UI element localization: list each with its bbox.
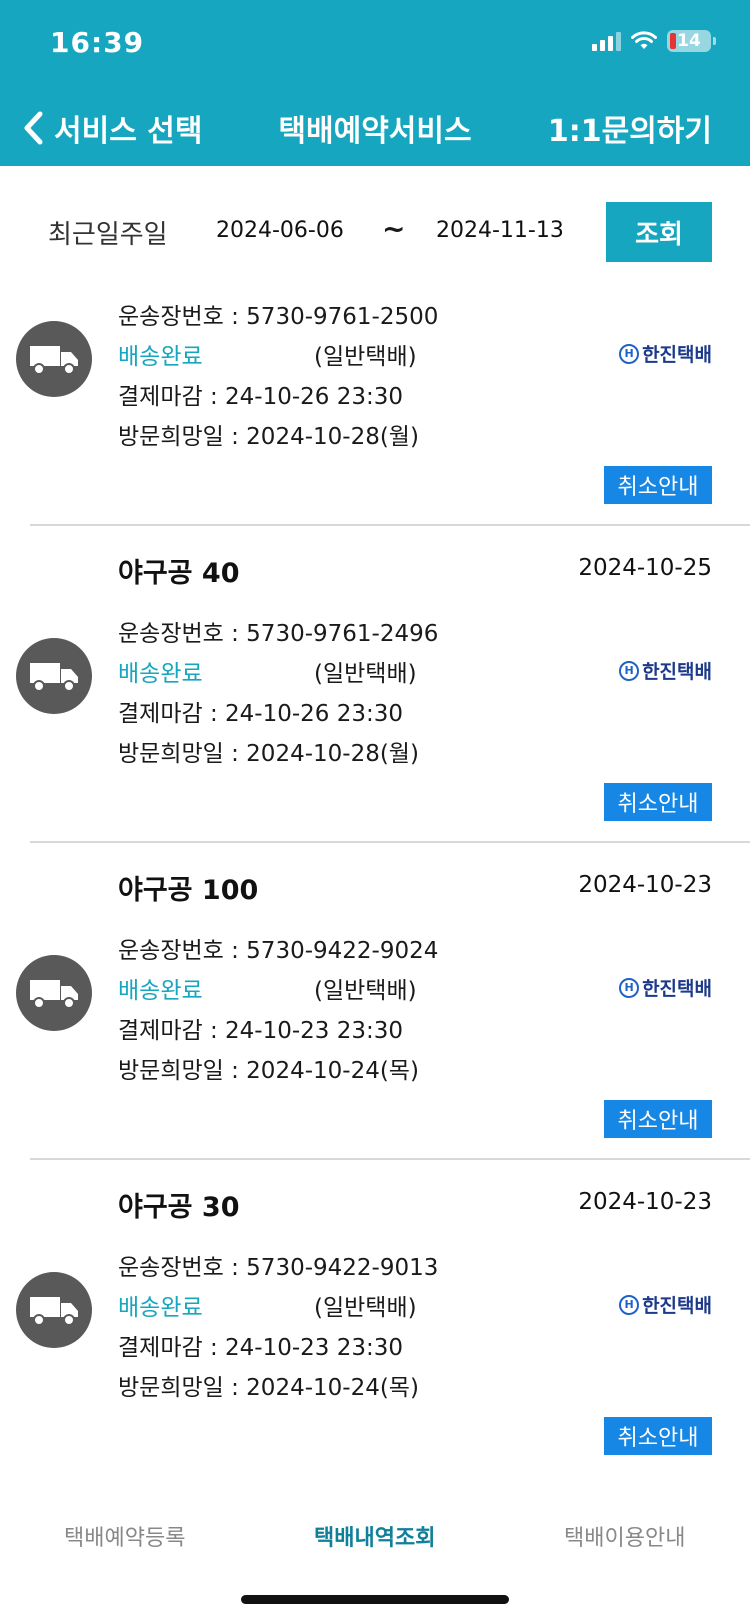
carrier-name: H 한진택배 bbox=[619, 340, 712, 367]
item-date: 2024-10-23 bbox=[578, 872, 712, 898]
tab-guide[interactable]: 택배이용안내 bbox=[564, 1520, 685, 1552]
payment-deadline: 결제마감 : 24-10-26 23:30 bbox=[118, 701, 404, 727]
item-title: 야구공 100 bbox=[118, 875, 259, 906]
item-title: 야구공 30 bbox=[118, 1192, 240, 1223]
hanjin-logo-icon: H bbox=[619, 1294, 640, 1315]
cancel-info-button[interactable]: 취소안내 bbox=[604, 783, 712, 821]
service-type: (일반택배) bbox=[314, 344, 417, 370]
signal-icon bbox=[592, 31, 621, 51]
service-type: (일반택배) bbox=[314, 978, 417, 1004]
tab-reservation[interactable]: 택배예약등록 bbox=[64, 1520, 185, 1552]
item-date: 2024-10-23 bbox=[578, 1189, 712, 1215]
carrier-name: H 한진택배 bbox=[619, 974, 712, 1001]
battery-level: 14 bbox=[677, 31, 701, 51]
visit-date: 방문희망일 : 2024-10-24(목) bbox=[118, 1058, 419, 1084]
home-indicator bbox=[241, 1595, 509, 1604]
item-date: 2024-10-25 bbox=[578, 555, 712, 581]
status-time: 16:39 bbox=[50, 26, 145, 59]
cancel-info-button[interactable]: 취소안내 bbox=[604, 466, 712, 504]
bottom-tab-bar: 택배예약등록 택배내역조회 택배이용안내 bbox=[0, 1520, 750, 1570]
divider bbox=[30, 841, 750, 843]
waybill-number: 운송장번호 : 5730-9422-9024 bbox=[118, 938, 439, 964]
carrier-name: H 한진택배 bbox=[619, 1291, 712, 1318]
service-type: (일반택배) bbox=[314, 661, 417, 687]
divider bbox=[30, 524, 750, 526]
start-date[interactable]: 2024-06-06 bbox=[216, 218, 344, 243]
cancel-info-button[interactable]: 취소안내 bbox=[604, 1417, 712, 1455]
cancel-info-button[interactable]: 취소안내 bbox=[604, 1100, 712, 1138]
period-label[interactable]: 최근일주일 bbox=[48, 214, 168, 251]
delivery-status: 배송완료 bbox=[118, 661, 203, 687]
inquiry-button[interactable]: 1:1문의하기 bbox=[548, 106, 712, 150]
app-header: 16:39 14 서비스 선택 택배예약서비스 1:1문의하기 bbox=[0, 0, 750, 166]
carrier-name: H 한진택배 bbox=[619, 657, 712, 684]
hanjin-logo-icon: H bbox=[619, 343, 640, 364]
visit-date: 방문희망일 : 2024-10-28(월) bbox=[118, 741, 419, 767]
delivery-status: 배송완료 bbox=[118, 978, 203, 1004]
truck-icon bbox=[16, 638, 92, 714]
delivery-status: 배송완료 bbox=[118, 1295, 203, 1321]
waybill-number: 운송장번호 : 5730-9761-2496 bbox=[118, 621, 439, 647]
search-button[interactable]: 조회 bbox=[606, 202, 712, 262]
divider bbox=[30, 1158, 750, 1160]
wifi-icon bbox=[631, 31, 657, 49]
date-filter: 최근일주일 2024-06-06 ~ 2024-11-13 조회 bbox=[0, 200, 750, 262]
payment-deadline: 결제마감 : 24-10-26 23:30 bbox=[118, 384, 404, 410]
hanjin-logo-icon: H bbox=[619, 660, 640, 681]
truck-icon bbox=[16, 321, 92, 397]
hanjin-logo-icon: H bbox=[619, 977, 640, 998]
tab-history[interactable]: 택배내역조회 bbox=[314, 1520, 435, 1552]
visit-date: 방문희망일 : 2024-10-28(월) bbox=[118, 424, 419, 450]
truck-icon bbox=[16, 1272, 92, 1348]
item-title: 야구공 40 bbox=[118, 558, 240, 589]
end-date[interactable]: 2024-11-13 bbox=[436, 218, 564, 243]
waybill-number: 운송장번호 : 5730-9761-2500 bbox=[118, 304, 439, 330]
visit-date: 방문희망일 : 2024-10-24(목) bbox=[118, 1375, 419, 1401]
service-type: (일반택배) bbox=[314, 1295, 417, 1321]
status-icons: 14 bbox=[592, 30, 716, 52]
date-range-separator: ~ bbox=[382, 212, 406, 245]
payment-deadline: 결제마감 : 24-10-23 23:30 bbox=[118, 1335, 404, 1361]
truck-icon bbox=[16, 955, 92, 1031]
waybill-number: 운송장번호 : 5730-9422-9013 bbox=[118, 1255, 439, 1281]
battery-icon: 14 bbox=[667, 30, 711, 52]
payment-deadline: 결제마감 : 24-10-23 23:30 bbox=[118, 1018, 404, 1044]
delivery-status: 배송완료 bbox=[118, 344, 203, 370]
